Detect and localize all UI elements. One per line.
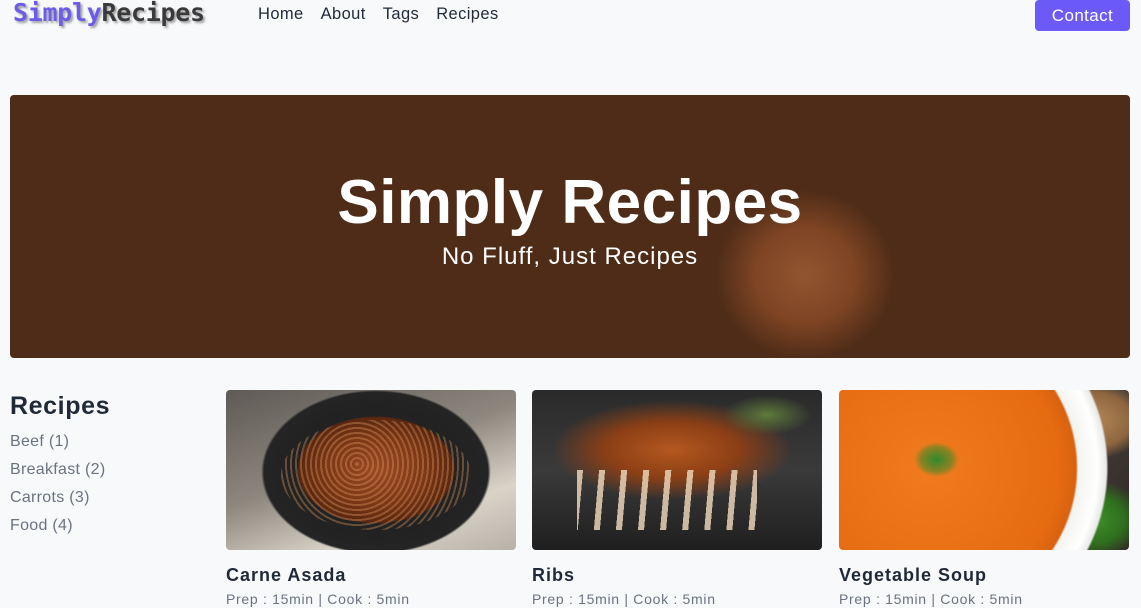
nav-link-tags[interactable]: Tags [383, 5, 419, 24]
logo-text-simply: Simply [13, 0, 102, 27]
recipe-time: Prep : 15min | Cook : 5min [532, 591, 716, 607]
nav-link-recipes[interactable]: Recipes [436, 5, 498, 24]
nav-link-about[interactable]: About [321, 5, 366, 24]
hero-subtitle: No Fluff, Just Recipes [441, 243, 699, 270]
recipe-card-vegetable-soup[interactable]: Vegetable Soup Prep : 15min | Cook : 5mi… [839, 390, 1130, 607]
carne-asada-photo[interactable] [226, 390, 516, 550]
nav-link-home[interactable]: Home [258, 5, 304, 24]
recipe-name[interactable]: Ribs [532, 565, 823, 586]
sidebar-title: Recipes [10, 392, 111, 420]
tag-link-breakfast[interactable]: Breakfast (2) [10, 461, 200, 489]
tag-link-food[interactable]: Food (4) [10, 517, 200, 545]
hero-title: Simply Recipes [337, 168, 803, 237]
recipe-time: Prep : 15min | Cook : 5min [839, 591, 1023, 607]
recipe-time: Prep : 15min | Cook : 5min [226, 591, 410, 607]
vegetable-soup-photo[interactable] [839, 390, 1129, 550]
logo-text-recipes: Recipes [101, 0, 206, 27]
tag-link-beef[interactable]: Beef (1) [10, 433, 200, 461]
recipe-name[interactable]: Carne Asada [226, 565, 517, 586]
hero-banner: Simply Recipes No Fluff, Just Recipes [10, 95, 1130, 358]
recipe-tags-sidebar: Recipes Beef (1) Breakfast (2) Carrots (… [10, 392, 200, 545]
recipe-card-ribs[interactable]: Ribs Prep : 15min | Cook : 5min [532, 390, 823, 607]
ribs-photo[interactable] [532, 390, 822, 550]
site-logo[interactable]: SimplyRecipes [13, 0, 205, 27]
recipe-card-carne-asada[interactable]: Carne Asada Prep : 15min | Cook : 5min [226, 390, 517, 607]
recipe-name[interactable]: Vegetable Soup [839, 565, 1130, 586]
nav-links: Home About Tags Recipes [258, 5, 516, 24]
tag-link-carrots[interactable]: Carrots (3) [10, 489, 200, 517]
navbar: SimplyRecipes Home About Tags Recipes Co… [0, 0, 1141, 36]
contact-button[interactable]: Contact [1035, 0, 1130, 31]
